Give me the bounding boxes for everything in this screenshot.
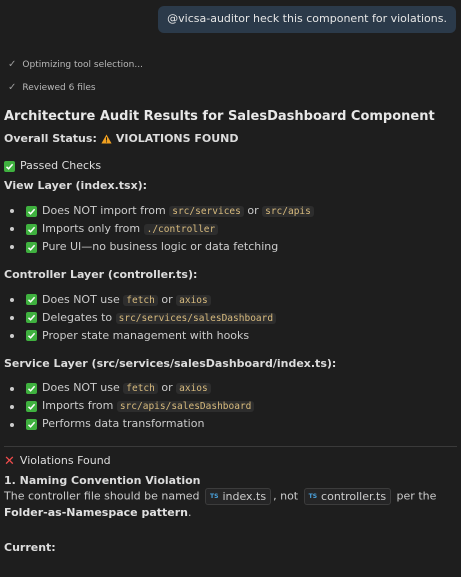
overall-status: Overall Status: VIOLATIONS FOUND — [4, 132, 457, 147]
checkbox-icon — [26, 205, 37, 217]
violation-text: , not — [273, 489, 302, 503]
list-item: Does NOT use fetch or axios — [10, 291, 457, 309]
code-span: src/apis/salesDashboard — [116, 401, 255, 413]
item-text: Performs data transformation — [42, 417, 205, 431]
bullet — [10, 333, 14, 338]
user-message-bubble: @vicsa-auditor heck this component for v… — [158, 6, 456, 33]
violation-description: The controller file should be named TS in… — [4, 488, 457, 521]
list-item: Imports from src/apis/salesDashboard — [10, 398, 457, 416]
typescript-file-icon: TS — [210, 492, 219, 500]
code-span: axios — [176, 294, 211, 306]
step-label: Optimizing tool selection... — [22, 59, 143, 70]
checkbox-icon — [26, 241, 37, 253]
list-item: Pure UI—no business logic or data fetchi… — [10, 238, 457, 256]
passed-checks-heading: Passed Checks — [4, 159, 457, 174]
bullet — [10, 422, 14, 427]
list-item: Does NOT use fetch or axios — [10, 380, 457, 398]
item-text: Proper state management with hooks — [42, 328, 250, 342]
list-item: Performs data transformation — [10, 416, 457, 434]
check-list: Does NOT use fetch or axios Imports from… — [4, 380, 457, 434]
file-reference-index[interactable]: TS index.ts — [205, 488, 272, 506]
bullet — [10, 315, 14, 320]
checkbox-icon — [26, 223, 37, 235]
user-message-text: heck this component for violations. — [249, 12, 447, 25]
violations-label: Violations Found — [19, 453, 111, 467]
item-text: Does NOT import from — [42, 203, 170, 217]
bullet — [10, 404, 14, 409]
item-text: Imports only from — [42, 221, 144, 235]
item-text: Does NOT use — [42, 381, 124, 395]
code-span: fetch — [123, 383, 158, 395]
list-item: Does NOT import from src/services or src… — [10, 202, 457, 220]
violation-text: . — [188, 506, 192, 520]
code-span: ./controller — [143, 223, 219, 235]
agent-mention: @vicsa-auditor — [167, 12, 250, 25]
item-text: Delegates to — [42, 310, 116, 324]
file-reference-controller[interactable]: TS controller.ts — [303, 488, 392, 506]
list-item: Proper state management with hooks — [10, 327, 457, 345]
status-label: Overall Status: — [4, 131, 97, 145]
section-heading: Service Layer (src/services/salesDashboa… — [4, 356, 337, 370]
section-heading: View Layer (index.tsx): — [4, 179, 148, 193]
checkbox-icon — [26, 383, 37, 395]
status-value: VIOLATIONS FOUND — [115, 131, 239, 145]
results-title: Architecture Audit Results for SalesDash… — [4, 109, 435, 124]
list-item: Imports only from ./controller — [10, 220, 457, 238]
violation-title: 1. Naming Convention Violation — [4, 473, 201, 487]
current-label: Current: — [4, 541, 56, 555]
file-name: index.ts — [222, 489, 267, 503]
bullet — [10, 297, 14, 302]
bullet — [10, 209, 14, 214]
check-list: Does NOT import from src/services or src… — [4, 202, 457, 256]
checkbox-icon — [26, 330, 37, 342]
checkbox-icon — [26, 401, 37, 413]
pattern-name: Folder-as-Namespace pattern — [4, 506, 188, 520]
checkbox-icon — [26, 312, 37, 324]
audit-results: Architecture Audit Results for SalesDash… — [4, 108, 457, 564]
progress-step: ✓ Reviewed 6 files — [8, 81, 96, 95]
code-span: axios — [176, 383, 211, 395]
progress-step: ✓ Optimizing tool selection... — [8, 58, 143, 72]
code-span: src/apis — [262, 205, 314, 217]
violation-text: per the — [393, 489, 437, 503]
item-text: or — [157, 292, 177, 306]
divider — [4, 445, 457, 447]
typescript-file-icon: TS — [308, 492, 318, 500]
warning-icon — [101, 134, 112, 144]
section-heading: Controller Layer (controller.ts): — [4, 268, 198, 282]
checkbox-icon — [26, 294, 37, 306]
checkbox-icon — [4, 161, 15, 173]
item-text: or — [243, 203, 263, 217]
item-text: Pure UI—no business logic or data fetchi… — [42, 239, 279, 253]
checkbox-icon — [26, 419, 37, 431]
list-item: Delegates to src/services/salesDashboard — [10, 309, 457, 327]
item-text: or — [157, 381, 177, 395]
step-label: Reviewed 6 files — [22, 82, 96, 93]
bullet — [10, 386, 14, 391]
check-icon: ✓ — [8, 59, 17, 70]
passed-checks-label: Passed Checks — [20, 159, 102, 173]
file-name: controller.ts — [321, 489, 387, 503]
check-icon: ✓ — [8, 82, 17, 93]
check-list: Does NOT use fetch or axios Delegates to… — [4, 291, 457, 345]
item-text: Imports from — [42, 399, 117, 413]
item-text: Does NOT use — [42, 292, 124, 306]
bullet — [10, 245, 14, 250]
violation-text: The controller file should be named — [4, 489, 204, 503]
code-span: src/services — [169, 205, 244, 217]
bullet — [10, 227, 14, 232]
violations-heading: ✕ Violations Found — [4, 454, 457, 469]
code-span: src/services/salesDashboard — [115, 312, 277, 324]
x-icon: ✕ — [4, 453, 15, 469]
code-span: fetch — [123, 294, 158, 306]
